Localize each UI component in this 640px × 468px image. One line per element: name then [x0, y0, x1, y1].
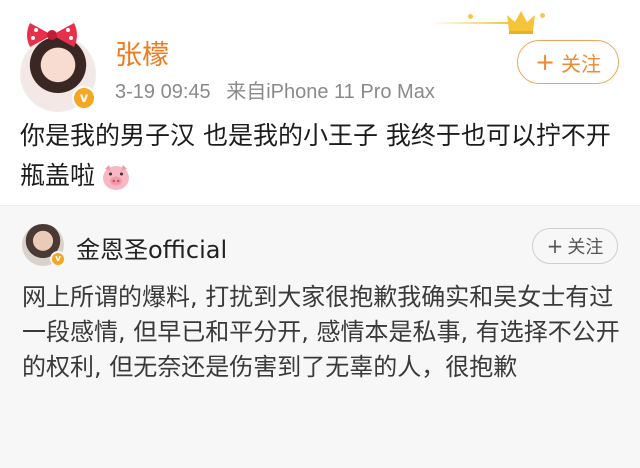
reposted-weibo[interactable]: v 金恩圣official + 关注 网上所谓的爆料, 打扰到大家很抱歉我确实和…: [0, 206, 640, 468]
post-body: 你是我的男子汉 也是我的小王子 我终于也可以拧不开瓶盖啦: [20, 116, 620, 196]
decorative-dot: [540, 13, 545, 18]
post-timestamp: 3-19 09:45: [115, 81, 211, 103]
weibo-post: v 张檬 3-19 09:45 来自iPhone 11 Pro Max + 关注…: [0, 0, 640, 205]
follow-label: 关注: [561, 51, 602, 76]
decorative-line: [430, 22, 512, 24]
verified-badge-icon: v: [50, 251, 66, 267]
pig-face-emoji-icon: [103, 165, 130, 190]
plus-icon: +: [534, 48, 556, 76]
post-meta: 3-19 09:45 来自iPhone 11 Pro Max: [115, 75, 435, 104]
crown-icon: [507, 11, 535, 34]
plus-icon: +: [546, 234, 564, 258]
repost-author-name[interactable]: 金恩圣official: [76, 230, 227, 265]
verified-badge-icon: v: [72, 86, 96, 110]
author-name[interactable]: 张檬: [115, 33, 169, 72]
bow-decoration-icon: [27, 23, 77, 47]
decorative-dot: [468, 14, 473, 19]
repost-follow-button[interactable]: + 关注: [532, 228, 618, 264]
post-source: 来自iPhone 11 Pro Max: [226, 81, 435, 103]
repost-body: 网上所谓的爆料, 打扰到大家很抱歉我确实和吴女士有过一段感情, 但早已和平分开,…: [22, 283, 620, 381]
follow-label: 关注: [567, 237, 604, 258]
follow-button[interactable]: + 关注: [517, 40, 619, 84]
